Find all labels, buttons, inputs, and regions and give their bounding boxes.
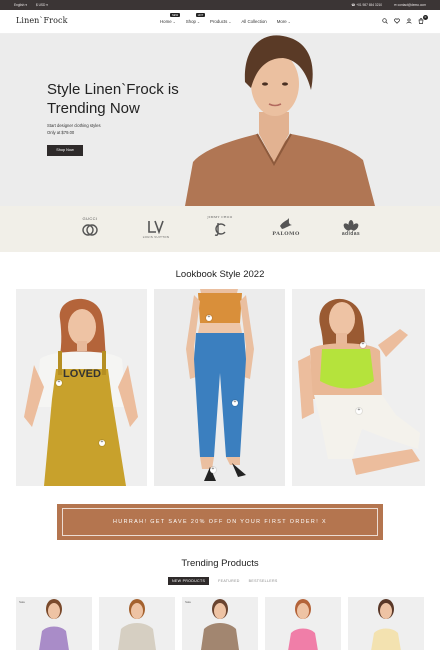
nav-more[interactable]: More⌄: [277, 19, 291, 24]
tab-new-products[interactable]: NEW PRODUCTS: [168, 577, 210, 585]
lookbook-image-3: [292, 289, 425, 486]
trending-title: Trending Products: [181, 558, 259, 569]
adidas-trefoil-icon: [343, 220, 359, 231]
brand-gucci-name: GUCCI: [82, 216, 98, 221]
product-image-4: [288, 599, 318, 650]
lookbook-card-1[interactable]: LOVED: [16, 289, 147, 486]
product-hotspot[interactable]: [56, 379, 62, 386]
email-text: contact@demo.com: [397, 3, 426, 7]
brand-adidas[interactable]: adidas: [334, 217, 368, 237]
hero-banner: Style Linen`Frock is Trending Now Start …: [0, 34, 440, 206]
main-nav: NEW Home⌄ HOT Shop⌄ Products⌄ All Collec…: [160, 13, 291, 24]
lookbook-card-3[interactable]: [292, 289, 425, 486]
cart-count-badge: 0: [423, 15, 428, 20]
product-image-1: [39, 599, 69, 650]
product-hotspot[interactable]: [210, 466, 216, 473]
search-icon[interactable]: [382, 18, 388, 24]
header-icons: 0: [382, 15, 428, 24]
lookbook-image-1: LOVED: [16, 289, 147, 486]
shirt-graphic-text: LOVED: [63, 368, 101, 380]
cart-button[interactable]: 0: [418, 15, 428, 24]
hero-model-image: [185, 35, 375, 206]
nav-badge-hot: HOT: [195, 13, 206, 17]
top-bar: English $ USD ☎ +01 987 654 3210 ✉ conta…: [0, 0, 440, 10]
brand-palomo-name: PALOMO: [272, 231, 300, 237]
site-logo[interactable]: Linen`Frock: [16, 16, 68, 25]
palomo-bird-icon: [280, 218, 292, 229]
hero-subtitle: Start designer clothing styles Only at $…: [47, 122, 167, 136]
language-select[interactable]: English: [14, 3, 27, 7]
nav-shop[interactable]: HOT Shop⌄: [185, 13, 206, 24]
lookbook-card-2[interactable]: [154, 289, 285, 486]
nav-all-collection-label: All Collection: [241, 19, 267, 24]
site-header: Linen`Frock NEW Home⌄ HOT Shop⌄ Products…: [0, 10, 440, 34]
jimmy-choo-logo-icon: [214, 223, 226, 236]
product-hotspot[interactable]: [99, 439, 105, 446]
nav-products[interactable]: Products⌄: [210, 19, 231, 24]
product-hotspot[interactable]: [232, 399, 238, 406]
brand-louis-vuitton[interactable]: LOUIS VUITTON: [138, 218, 174, 239]
promo-banner[interactable]: HURRAH! GET SAVE 20% OFF ON YOUR FIRST O…: [57, 504, 383, 540]
shop-now-button[interactable]: Shop Now: [47, 145, 83, 156]
sale-badge: Sale: [185, 600, 192, 604]
heart-icon[interactable]: [394, 18, 400, 24]
brand-jimmy-choo[interactable]: JIMMY CHOO: [202, 215, 238, 237]
sale-badge: Sale: [19, 600, 26, 604]
product-image-3: [201, 599, 239, 650]
nav-home-label: Home: [160, 19, 172, 24]
product-image-2: [118, 599, 156, 650]
tab-featured[interactable]: FEATURED: [218, 579, 240, 583]
nav-badge-new: NEW: [170, 13, 181, 17]
brand-louis-vuitton-name: LOUIS VUITTON: [142, 235, 170, 239]
hero-subtitle-line: Start designer clothing styles: [47, 123, 101, 128]
product-tabs: NEW PRODUCTS FEATURED BESTSELLERS: [168, 577, 278, 585]
lookbook-title: Lookbook Style 2022: [175, 269, 265, 280]
brand-adidas-name: adidas: [341, 231, 361, 237]
product-card-5[interactable]: [348, 597, 424, 650]
product-hotspot[interactable]: [360, 341, 366, 348]
brand-logo-strip: GUCCI LOUIS VUITTON JIMMY CHOO PALOMO ad…: [0, 206, 440, 252]
brand-palomo[interactable]: PALOMO: [268, 215, 304, 237]
chevron-down-icon: ⌄: [287, 20, 291, 24]
product-card-2[interactable]: [99, 597, 175, 650]
brand-gucci[interactable]: GUCCI: [74, 216, 106, 237]
product-card-4[interactable]: [265, 597, 341, 650]
brand-jimmy-choo-name: JIMMY CHOO: [207, 215, 233, 219]
nav-home[interactable]: NEW Home⌄: [160, 13, 181, 24]
nav-all-collection[interactable]: All Collection: [241, 19, 266, 24]
lv-logo-icon: [148, 220, 164, 234]
promo-banner-text: HURRAH! GET SAVE 20% OFF ON YOUR FIRST O…: [62, 508, 378, 536]
nav-more-label: More: [276, 19, 287, 24]
tab-bestsellers[interactable]: BESTSELLERS: [249, 579, 278, 583]
gucci-logo-icon: [82, 224, 98, 236]
lookbook-image-2: [154, 289, 285, 486]
product-hotspot[interactable]: [356, 407, 362, 414]
chevron-down-icon: ⌄: [172, 20, 176, 24]
product-card-1[interactable]: Sale: [16, 597, 92, 650]
product-hotspot[interactable]: [206, 314, 212, 321]
user-icon[interactable]: [406, 18, 412, 24]
nav-shop-label: Shop: [185, 19, 196, 24]
email-link[interactable]: ✉ contact@demo.com: [394, 3, 426, 7]
nav-products-label: Products: [210, 19, 228, 24]
chevron-down-icon: ⌄: [197, 20, 201, 24]
phone-text: +01 987 654 3210: [356, 3, 383, 7]
phone-link[interactable]: ☎ +01 987 654 3210: [351, 3, 382, 7]
chevron-down-icon: ⌄: [228, 20, 232, 24]
product-image-5: [371, 599, 401, 650]
product-card-3[interactable]: Sale: [182, 597, 258, 650]
currency-select[interactable]: $ USD: [36, 3, 48, 7]
hero-price-line: Only at $79.00: [47, 130, 75, 135]
